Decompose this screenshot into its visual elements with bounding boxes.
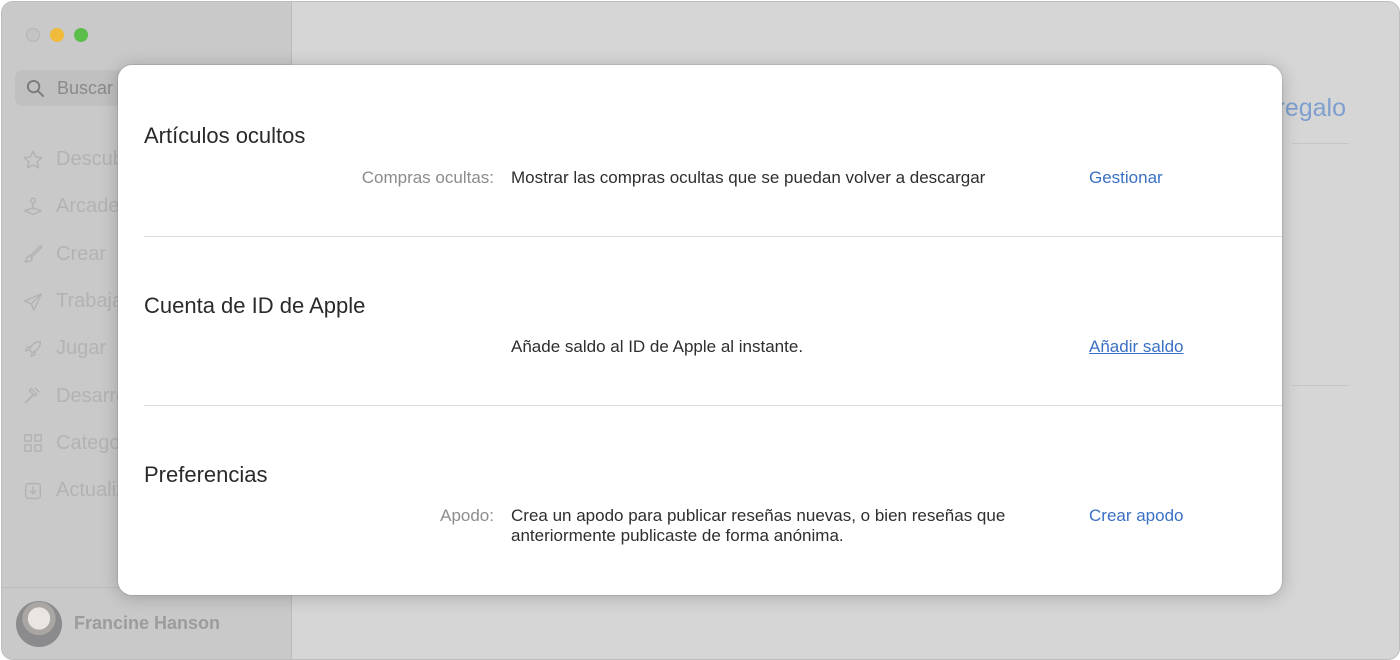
- divider: [144, 236, 1282, 237]
- row-description: Añade saldo al ID de Apple al instante.: [511, 337, 804, 356]
- search-placeholder: Buscar: [57, 77, 114, 98]
- divider: [144, 405, 1282, 406]
- manage-button[interactable]: Gestionar: [1089, 168, 1163, 188]
- row-description: Mostrar las compras ocultas que se pueda…: [511, 168, 986, 187]
- row-label: Compras ocultas:: [361, 168, 494, 187]
- account-settings-sheet: Artículos ocultos Compras ocultas: Mostr…: [118, 65, 1282, 595]
- search-icon: [26, 79, 45, 97]
- hammer-icon: [24, 387, 40, 404]
- row-label: Apodo:: [440, 506, 494, 525]
- star-icon: [23, 150, 43, 169]
- divider: [1292, 143, 1349, 144]
- sidebar-item-label: Crear: [56, 242, 107, 265]
- section-title: Artículos ocultos: [144, 123, 306, 148]
- divider: [1292, 385, 1349, 386]
- rocket-icon: [24, 340, 42, 357]
- section-title: Cuenta de ID de Apple: [144, 293, 366, 318]
- create-nickname-button[interactable]: Crear apodo: [1089, 506, 1184, 526]
- sidebar-item-label: Arcade: [56, 195, 120, 218]
- close-window-button[interactable]: [26, 28, 40, 42]
- add-funds-button[interactable]: Añadir saldo: [1089, 337, 1184, 357]
- account-button[interactable]: Francine Hanson: [2, 587, 291, 659]
- sidebar-item-label: Jugar: [56, 337, 107, 360]
- gift-link[interactable]: regalo: [1277, 94, 1347, 123]
- row-description: Crea un apodo para publicar reseñas nuev…: [511, 506, 1006, 545]
- grid-icon: [24, 434, 42, 453]
- joystick-icon: [24, 197, 42, 216]
- section-title: Preferencias: [144, 462, 268, 487]
- avatar: [16, 600, 62, 647]
- minimize-window-button[interactable]: [50, 28, 64, 42]
- maximize-window-button[interactable]: [74, 28, 88, 42]
- user-name: Francine Hanson: [74, 613, 221, 633]
- download-icon: [24, 482, 42, 499]
- brush-icon: [24, 245, 43, 263]
- paperplane-icon: [24, 292, 42, 311]
- window-controls: [26, 28, 88, 42]
